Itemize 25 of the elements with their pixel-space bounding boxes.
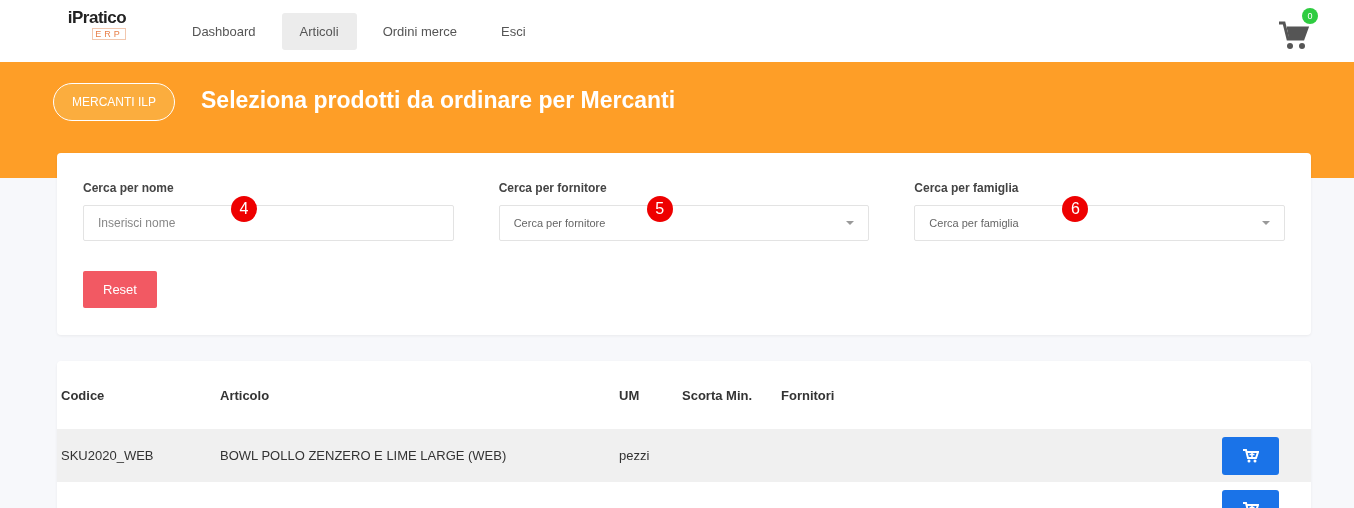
logo-text: iPratico [67, 8, 127, 28]
cart-plus-icon [1242, 448, 1259, 463]
filter-label: Cerca per famiglia [914, 181, 1020, 195]
add-to-cart-button[interactable] [1222, 436, 1279, 475]
number-marker: 4 [231, 196, 257, 222]
filter-label: Cerca per nome [83, 181, 175, 195]
column-header: Articolo [220, 387, 271, 403]
number-marker: 6 [1062, 196, 1089, 222]
table-cell: SKU2020_WEB [61, 448, 154, 463]
logo-subtitle: ERP [92, 28, 126, 40]
nav-tab[interactable]: Articoli [281, 12, 357, 50]
column-header: Codice [61, 387, 106, 403]
column-header: Scorta Min. [682, 387, 754, 403]
nav-tab[interactable]: Esci [483, 12, 544, 50]
filter-label: Cerca per fornitore [498, 181, 608, 195]
column-header: UM [619, 387, 641, 403]
cart-count-badge: 0 [1302, 8, 1318, 24]
table-cell: pezzi [619, 448, 650, 463]
nav-tab[interactable]: Dashboard [174, 12, 274, 50]
cart-icon[interactable] [1278, 20, 1310, 50]
number-marker: 5 [646, 196, 673, 222]
page-title: Seleziona prodotti da ordinare per Mercanti [201, 87, 676, 114]
table-cell: BOWL POLLO ZENZERO E LIME LARGE (WEB) [220, 448, 507, 463]
column-header: Fornitori [781, 387, 836, 403]
nav-tab[interactable]: Ordini merce [364, 12, 476, 50]
